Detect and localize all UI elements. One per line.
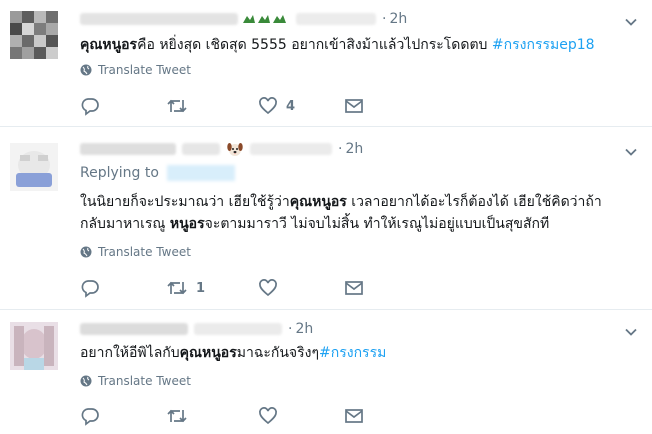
display-name-blurred[interactable]	[80, 13, 238, 25]
tweet-text: ในนิยายก็จะประมาณว่า เฮียใช้รู้ว่าคุณหนู…	[80, 194, 602, 232]
hashtag-link[interactable]: #กรงกรรม	[319, 345, 386, 361]
bold-name: คุณหนูอร	[179, 345, 237, 361]
like-icon	[259, 97, 277, 115]
direct-message-button[interactable]	[344, 96, 364, 116]
direct-message-button[interactable]	[344, 406, 364, 426]
retweet-icon	[167, 281, 187, 295]
retweet-icon	[167, 99, 187, 113]
globe-icon	[80, 375, 92, 387]
avatar[interactable]	[10, 143, 58, 191]
like-button[interactable]: 4	[258, 96, 295, 116]
direct-message-icon	[345, 409, 363, 423]
tweet[interactable]: · 2h อยากให้อีพิไลกับคุณหนูอรมาฉะกันจริง…	[0, 310, 652, 434]
translate-tweet-link[interactable]: Translate Tweet	[80, 374, 191, 388]
reply-icon	[81, 280, 99, 298]
replying-to-username-blurred[interactable]	[166, 165, 235, 181]
reply-button[interactable]	[80, 96, 108, 116]
timeline: · 2h คุณหนูอรคือ หยิ่งสุด เชิดสุด 5555 อ…	[0, 0, 652, 434]
reply-button[interactable]	[80, 278, 108, 298]
username-blurred[interactable]	[296, 13, 376, 25]
tweet-text: อยากให้อีพิไลกับคุณหนูอรมาฉะกันจริงๆ#กรง…	[80, 345, 387, 361]
tweet-timestamp[interactable]: 2h	[389, 11, 407, 27]
tweet[interactable]: · 2h คุณหนูอรคือ หยิ่งสุด เชิดสุด 5555 อ…	[0, 0, 652, 127]
like-button[interactable]	[258, 406, 286, 426]
direct-message-icon	[345, 99, 363, 113]
like-button[interactable]	[258, 278, 286, 298]
tweet-header: · 2h	[80, 139, 363, 159]
direct-message-icon	[345, 281, 363, 295]
display-name-blurred[interactable]	[182, 143, 220, 155]
bold-name: คุณหนูอร	[289, 194, 347, 210]
chevron-down-icon[interactable]	[624, 324, 638, 338]
translate-tweet-link[interactable]: Translate Tweet	[80, 245, 191, 259]
tweet-header: · 2h	[80, 9, 407, 29]
like-icon	[259, 407, 277, 425]
retweet-button[interactable]	[166, 406, 196, 426]
replying-to: Replying to	[80, 165, 235, 181]
hashtag-link[interactable]: #กรงกรรมep18	[492, 37, 595, 53]
retweet-button[interactable]	[166, 96, 196, 116]
translate-tweet-link[interactable]: Translate Tweet	[80, 63, 191, 77]
globe-icon	[80, 246, 92, 258]
reply-icon	[81, 98, 99, 116]
globe-icon	[80, 64, 92, 76]
tweet-timestamp[interactable]: 2h	[345, 141, 363, 157]
tweet-header: · 2h	[80, 319, 313, 339]
direct-message-button[interactable]	[344, 278, 364, 298]
bold-name: คุณหนูอร	[80, 37, 138, 53]
tweet-timestamp[interactable]: 2h	[295, 321, 313, 337]
bold-name: หนูอร	[169, 216, 205, 232]
chevron-down-icon[interactable]	[624, 14, 638, 28]
retweet-icon	[167, 409, 187, 423]
tweet-text: คุณหนูอรคือ หยิ่งสุด เชิดสุด 5555 อยากเข…	[80, 37, 595, 53]
retweet-button[interactable]: 1	[166, 278, 205, 298]
tweet-actions: 4	[80, 96, 380, 116]
like-icon	[259, 279, 277, 297]
chevron-down-icon[interactable]	[624, 144, 638, 158]
username-blurred[interactable]	[194, 323, 282, 335]
display-name-blurred[interactable]	[80, 323, 188, 335]
avatar[interactable]	[10, 11, 58, 59]
reply-icon	[81, 408, 99, 426]
emoji-decoration	[242, 12, 288, 26]
username-blurred[interactable]	[250, 143, 332, 155]
tweet-actions: 1	[80, 278, 380, 298]
avatar[interactable]	[10, 322, 58, 370]
tweet-actions	[80, 406, 380, 426]
reply-button[interactable]	[80, 406, 108, 426]
dog-emoji-icon	[226, 140, 244, 158]
tweet[interactable]: · 2h Replying to ในนิยายก็จะประมาณว่า เฮ…	[0, 127, 652, 310]
display-name-blurred[interactable]	[80, 143, 176, 155]
